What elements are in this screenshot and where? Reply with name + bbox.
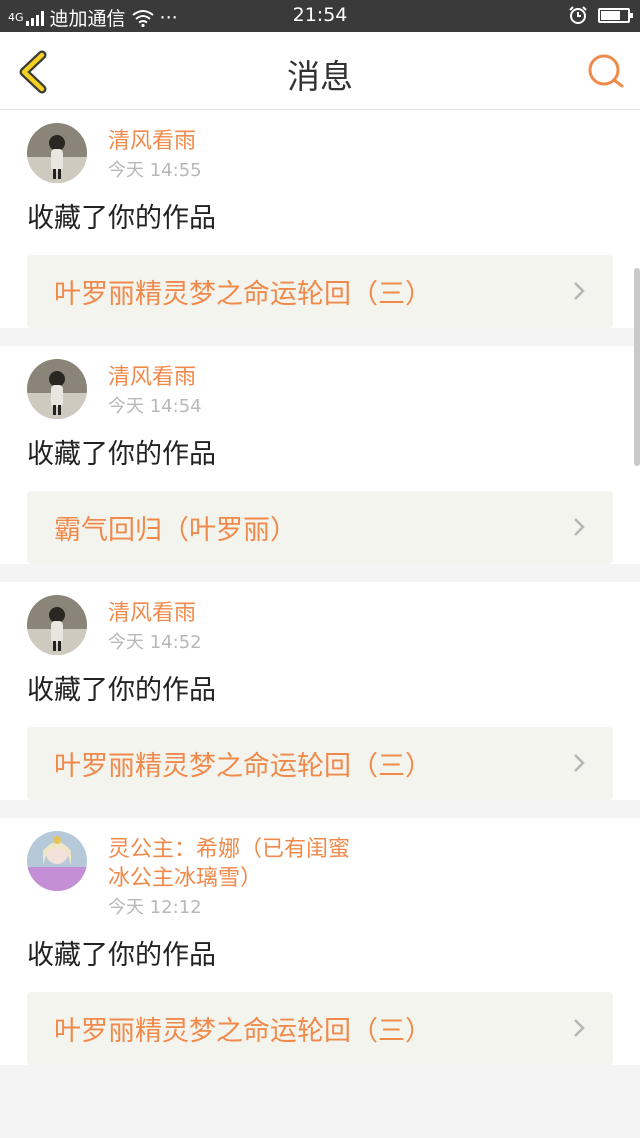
message-card: 清风看雨 今天 14:54 收藏了你的作品 霸气回归（叶罗丽） — [0, 346, 640, 564]
page-title: 消息 — [287, 57, 353, 96]
action-text: 收藏了你的作品 — [27, 675, 216, 706]
work-link[interactable]: 叶罗丽精灵梦之命运轮回（三） — [27, 727, 613, 800]
scrollbar[interactable] — [634, 268, 640, 466]
message-card: 灵公主：希娜（已有闺蜜 冰公主冰璃雪） 今天 12:12 收藏了你的作品 叶罗丽… — [0, 818, 640, 1065]
message-time: 今天 14:52 — [108, 632, 202, 653]
search-icon[interactable] — [586, 52, 626, 92]
work-link[interactable]: 叶罗丽精灵梦之命运轮回（三） — [27, 992, 613, 1065]
message-feed[interactable]: 清风看雨 今天 14:55 收藏了你的作品 叶罗丽精灵梦之命运轮回（三） 清风看… — [0, 110, 640, 1083]
action-text: 收藏了你的作品 — [27, 439, 216, 470]
chevron-right-icon — [574, 1019, 585, 1037]
message-time: 今天 14:55 — [108, 160, 202, 181]
work-title: 叶罗丽精灵梦之命运轮回（三） — [54, 751, 432, 782]
message-card: 清风看雨 今天 14:55 收藏了你的作品 叶罗丽精灵梦之命运轮回（三） — [0, 110, 640, 328]
message-time: 今天 14:54 — [108, 396, 202, 417]
username-line: 灵公主：希娜（已有闺蜜 — [108, 837, 351, 862]
status-time: 21:54 — [292, 4, 348, 26]
battery-icon — [598, 7, 633, 23]
action-text: 收藏了你的作品 — [27, 940, 216, 971]
avatar[interactable] — [27, 595, 87, 655]
avatar[interactable] — [27, 831, 87, 891]
username[interactable]: 清风看雨 — [108, 363, 202, 392]
message-card: 清风看雨 今天 14:52 收藏了你的作品 叶罗丽精灵梦之命运轮回（三） — [0, 582, 640, 800]
username[interactable]: 清风看雨 — [108, 127, 202, 156]
work-title: 霸气回归（叶罗丽） — [54, 515, 297, 546]
chevron-right-icon — [574, 754, 585, 772]
avatar[interactable] — [27, 359, 87, 419]
avatar[interactable] — [27, 123, 87, 183]
chevron-right-icon — [574, 518, 585, 536]
username[interactable]: 清风看雨 — [108, 599, 202, 628]
work-link[interactable]: 叶罗丽精灵梦之命运轮回（三） — [27, 255, 613, 328]
username-line: 冰公主冰璃雪） — [108, 866, 263, 891]
status-bar: 4G 迪加通信 ··· 21:54 — [0, 0, 640, 32]
work-title: 叶罗丽精灵梦之命运轮回（三） — [54, 279, 432, 310]
chevron-right-icon — [574, 282, 585, 300]
message-time: 今天 12:12 — [108, 897, 202, 918]
work-title: 叶罗丽精灵梦之命运轮回（三） — [54, 1016, 432, 1047]
alarm-icon — [569, 6, 587, 24]
action-text: 收藏了你的作品 — [27, 203, 216, 234]
nav-bar: 消息 — [0, 32, 640, 110]
work-link[interactable]: 霸气回归（叶罗丽） — [27, 491, 613, 564]
username[interactable]: 灵公主：希娜（已有闺蜜 冰公主冰璃雪） — [108, 835, 350, 893]
